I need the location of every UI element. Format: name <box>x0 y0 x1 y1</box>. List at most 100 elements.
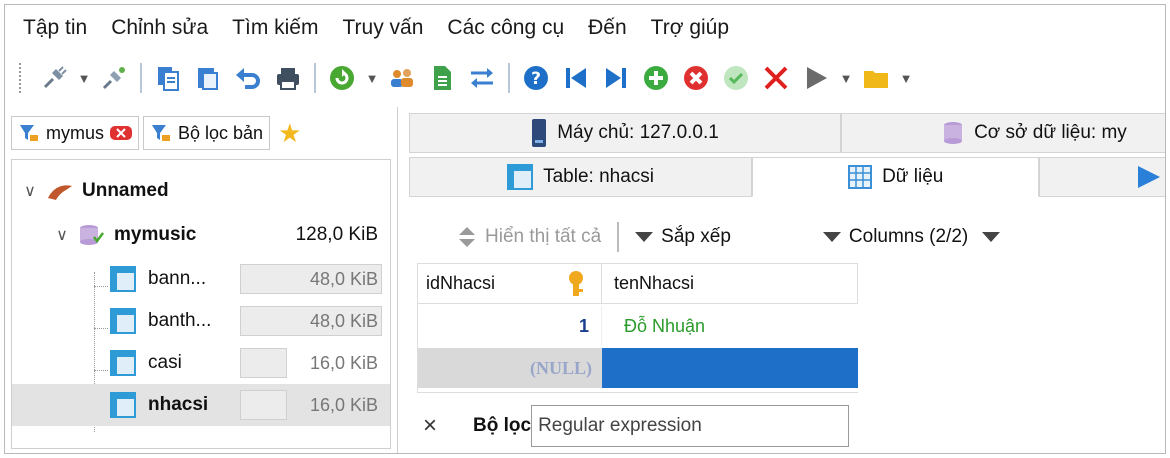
cell-value: 1 <box>578 315 589 336</box>
filter-bar: × Bộ lọc <box>409 401 1165 451</box>
menu-file[interactable]: Tập tin <box>5 16 99 40</box>
right-panel: Máy chủ: 127.0.0.1 Cơ sở dữ liệu: my Tab… <box>409 107 1165 453</box>
tab-host[interactable]: Máy chủ: 127.0.0.1 <box>409 113 842 153</box>
toolbar-grip[interactable] <box>19 63 27 93</box>
columns-button[interactable]: Columns (2/2) <box>822 226 969 248</box>
print-icon[interactable] <box>271 61 305 95</box>
table-size-bar: 48,0 KiB <box>240 262 382 296</box>
last-icon[interactable] <box>599 61 633 95</box>
menu-help[interactable]: Trợ giúp <box>639 16 741 40</box>
sort-button[interactable]: Sắp xếp <box>635 226 731 248</box>
left-tabs: mymus Bộ lọc bản ★ <box>11 115 301 151</box>
column-header-idnhacsi[interactable]: idNhacsi <box>418 264 602 304</box>
close-tab-icon[interactable] <box>110 125 132 141</box>
sort-arrows-icon <box>459 227 475 247</box>
favorite-star-icon[interactable]: ★ <box>278 118 301 149</box>
dolphin-icon <box>48 185 72 200</box>
tab-query[interactable] <box>1039 157 1165 197</box>
tree-table-label: nhacsi <box>148 394 209 415</box>
main-toolbar: ▼ ▼ ? ▼ ▼ <box>5 55 1165 101</box>
dropdown-icon[interactable]: ▼ <box>365 71 379 86</box>
database-size: 128,0 KiB <box>295 224 378 245</box>
dropdown-icon[interactable]: ▼ <box>77 71 91 86</box>
grid-cell-id[interactable]: 1 <box>418 306 602 346</box>
tab-filter-label: Bộ lọc bản <box>178 122 264 143</box>
tab-session[interactable]: mymus <box>11 116 139 150</box>
dropdown-icon[interactable]: ▼ <box>899 71 913 86</box>
tab-database-label: Cơ sở dữ liệu: my <box>974 122 1127 143</box>
table-icon <box>110 392 136 418</box>
delete-icon[interactable] <box>679 61 713 95</box>
undo-icon[interactable] <box>231 61 265 95</box>
chevron-down-icon[interactable]: ∨ <box>20 181 40 201</box>
grid-cell-name-selected[interactable] <box>602 348 858 388</box>
menu-bar: Tập tin Chỉnh sửa Tìm kiếm Truy vấn Các … <box>5 5 1165 51</box>
sync-icon[interactable] <box>465 61 499 95</box>
tree-server-label: Unnamed <box>82 180 169 201</box>
tab-data[interactable]: Dữ liệu <box>752 157 1040 197</box>
tab-table[interactable]: Table: nhacsi <box>409 157 753 197</box>
column-header-tennhacsi[interactable]: tenNhacsi <box>602 264 858 304</box>
menu-edit[interactable]: Chỉnh sửa <box>99 16 220 40</box>
show-all-button[interactable]: Hiển thị tất cả <box>457 225 601 249</box>
menu-search[interactable]: Tìm kiếm <box>220 16 330 40</box>
tree-node-table[interactable]: bann... 48,0 KiB <box>12 258 390 300</box>
grid-cell-id-null[interactable]: (NULL) <box>418 348 602 388</box>
filter-icon <box>152 125 170 141</box>
folder-icon[interactable] <box>859 61 893 95</box>
dropdown-icon[interactable]: ▼ <box>839 71 853 86</box>
table-icon <box>110 266 136 292</box>
paste-icon[interactable] <box>191 61 225 95</box>
tree-node-table[interactable]: nhacsi 16,0 KiB <box>12 384 390 426</box>
filter-regex-input[interactable] <box>531 405 850 447</box>
filter-dropdown-button[interactable] <box>982 232 1001 242</box>
menu-query[interactable]: Truy vấn <box>330 16 435 40</box>
table-icon <box>507 164 534 190</box>
table-size: 16,0 KiB <box>309 394 378 415</box>
column-header-label: idNhacsi <box>426 273 496 293</box>
menu-tools[interactable]: Các công cụ <box>435 16 576 40</box>
tree-node-server[interactable]: ∨ Unnamed <box>12 170 390 212</box>
tab-database[interactable]: Cơ sở dữ liệu: my <box>841 113 1165 153</box>
chevron-down-icon[interactable]: ∨ <box>52 225 72 245</box>
column-header-label: tenNhacsi <box>614 273 695 293</box>
add-icon[interactable] <box>639 61 673 95</box>
tree-database-label: mymusic <box>114 224 197 245</box>
grid-cell-name[interactable]: Đỗ Nhuận <box>602 306 858 346</box>
toolbar-separator <box>314 63 316 93</box>
tree-node-table[interactable]: banth... 48,0 KiB <box>12 300 390 342</box>
refresh-icon[interactable] <box>325 61 359 95</box>
copy-icon[interactable] <box>151 61 185 95</box>
data-toolbar: Hiển thị tất cả Sắp xếp Columns (2/2) <box>409 219 1165 255</box>
show-all-label: Hiển thị tất cả <box>485 226 602 247</box>
tree-node-database[interactable]: ∨ mymusic 128,0 KiB <box>12 214 390 256</box>
cancel-icon[interactable] <box>759 61 793 95</box>
filter-label: Bộ lọc <box>473 415 532 436</box>
table-size-bar: 16,0 KiB <box>240 388 382 422</box>
tree-node-table[interactable]: casi 16,0 KiB <box>12 342 390 384</box>
disconnect-icon[interactable] <box>97 61 131 95</box>
plug-icon[interactable] <box>37 61 71 95</box>
tab-data-label: Dữ liệu <box>882 166 944 187</box>
users-icon[interactable] <box>385 61 419 95</box>
app-window: Tập tin Chỉnh sửa Tìm kiếm Truy vấn Các … <box>4 4 1166 454</box>
toolbar-separator <box>617 222 620 252</box>
null-value: (NULL) <box>530 357 592 378</box>
db-tree: ∨ Unnamed ∨ mymusic 128,0 KiB bann... 48,… <box>11 159 391 449</box>
tab-table-filter[interactable]: Bộ lọc bản <box>143 116 271 150</box>
run-icon[interactable] <box>799 61 833 95</box>
svg-text:?: ? <box>531 69 541 89</box>
first-icon[interactable] <box>559 61 593 95</box>
check-icon[interactable] <box>719 61 753 95</box>
export-icon[interactable] <box>425 61 459 95</box>
close-filter-icon[interactable]: × <box>423 412 437 440</box>
table-size-bar: 16,0 KiB <box>240 346 382 380</box>
table-icon <box>110 350 136 376</box>
play-icon <box>1138 166 1160 188</box>
dropdown-triangle-icon <box>982 232 1001 242</box>
help-icon[interactable]: ? <box>519 61 553 95</box>
columns-label: Columns (2/2) <box>848 226 969 247</box>
table-icon <box>110 308 136 334</box>
cell-value: Đỗ Nhuận <box>624 315 706 336</box>
menu-goto[interactable]: Đến <box>576 16 639 40</box>
